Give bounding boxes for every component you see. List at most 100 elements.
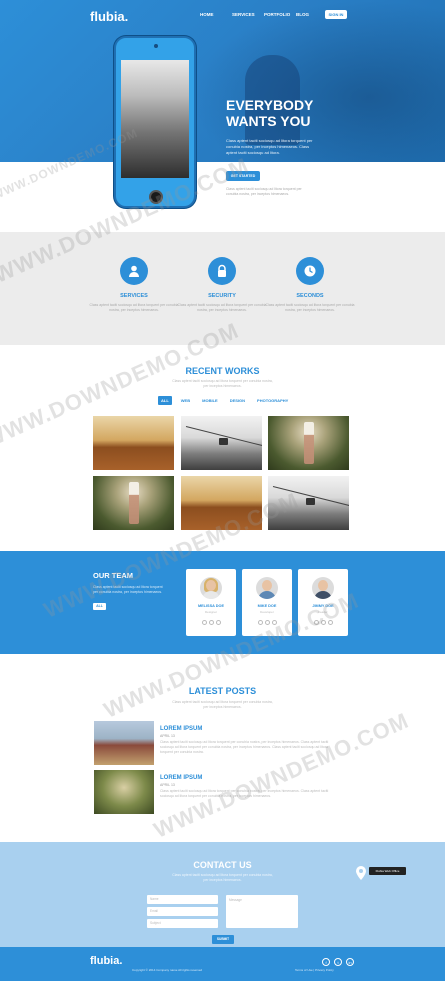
twitter-icon[interactable] xyxy=(264,620,270,625)
avatar-head xyxy=(262,580,272,591)
filter-photography[interactable]: PHOTOGRAPHY xyxy=(254,396,291,405)
hero-cta-note: Class aptent taciti sociosqu ad litora t… xyxy=(226,187,302,196)
footer-logo[interactable]: flubia. xyxy=(90,955,122,967)
avatar-body xyxy=(258,591,276,599)
phone-mockup xyxy=(114,36,196,208)
name-field[interactable]: Name xyxy=(147,895,218,904)
user-icon xyxy=(129,265,139,277)
map-pin-icon[interactable] xyxy=(356,866,366,880)
facebook-icon[interactable] xyxy=(313,620,319,625)
works-description: Class aptent taciti sociosqu ad litora t… xyxy=(172,379,273,388)
avatar xyxy=(256,577,278,599)
cable-car-cabin xyxy=(219,438,228,445)
feature-title: SECONDS xyxy=(296,293,324,299)
filter-mobile[interactable]: MOBILE xyxy=(199,396,221,405)
post-thumbnail[interactable] xyxy=(94,721,154,765)
work-thumbnail-desert-2[interactable] xyxy=(181,476,262,530)
team-card-jimmy[interactable]: JIMMY DOE Leader xyxy=(298,569,348,636)
filter-all[interactable]: ALL xyxy=(158,396,172,405)
feature-icon-circle xyxy=(208,257,236,285)
footer-links[interactable]: Terms of Use | Privacy Policy xyxy=(295,968,334,972)
features-section: SERVICES Class aptent taciti sociosqu ad… xyxy=(0,232,445,345)
team-social-links xyxy=(242,620,292,625)
linkedin-icon[interactable]: in xyxy=(346,958,354,966)
feature-title: SERVICES xyxy=(120,293,148,299)
team-member-name: MIKE DOE xyxy=(257,604,277,608)
subject-field[interactable]: Subject xyxy=(147,919,218,928)
nav-sign-in-button[interactable]: SIGN IN xyxy=(325,10,347,19)
map-label: Flubia Web Office xyxy=(369,867,406,875)
team-social-links xyxy=(298,620,348,625)
feature-text: Class aptent taciti sociosqu ad litora t… xyxy=(89,303,179,312)
submit-button[interactable]: SUBMIT xyxy=(212,935,234,944)
message-field[interactable]: Message xyxy=(226,895,298,928)
linkedin-icon[interactable] xyxy=(215,620,221,625)
hero-section: flubia. HOME SERVICES PORTFOLIO BLOG SIG… xyxy=(0,0,445,162)
lock-icon xyxy=(218,264,226,277)
avatar-head xyxy=(206,580,216,591)
linkedin-icon[interactable] xyxy=(271,620,277,625)
filter-design[interactable]: DESIGN xyxy=(227,396,248,405)
contact-section: CONTACT US Class aptent taciti sociosqu … xyxy=(0,842,445,947)
works-title: RECENT WORKS xyxy=(185,366,260,376)
phone-camera xyxy=(154,44,158,48)
nav-item-home[interactable]: HOME xyxy=(200,12,232,17)
phone-screen-image xyxy=(121,60,189,178)
team-card-melissa[interactable]: MELISSA DOE Designer xyxy=(186,569,236,636)
feature-services: SERVICES Class aptent taciti sociosqu ad… xyxy=(89,257,179,313)
team-member-name: MELISSA DOE xyxy=(197,604,225,608)
post-excerpt: Class aptent taciti sociosqu ad litora t… xyxy=(160,740,329,754)
legs-figure xyxy=(129,482,139,524)
landing-page: flubia. HOME SERVICES PORTFOLIO BLOG SIG… xyxy=(0,0,445,981)
twitter-icon[interactable] xyxy=(208,620,214,625)
hero-title: EVERYBODY WANTS YOU xyxy=(226,97,346,129)
posts-description: Class aptent taciti sociosqu ad litora t… xyxy=(172,700,273,709)
footer-social: f t in xyxy=(322,958,354,966)
team-all-button[interactable]: ALL xyxy=(93,603,106,610)
avatar-body xyxy=(202,591,220,599)
team-card-mike[interactable]: MIKE DOE Developer xyxy=(242,569,292,636)
work-thumbnail-legs[interactable] xyxy=(268,416,349,470)
post-thumbnail[interactable] xyxy=(94,770,154,814)
work-thumbnail-cable-car-2[interactable] xyxy=(268,476,349,530)
work-thumbnail-legs-2[interactable] xyxy=(93,476,174,530)
feature-seconds: SECONDS Class aptent taciti sociosqu ad … xyxy=(265,257,355,313)
work-thumbnail-cable-car[interactable] xyxy=(181,416,262,470)
facebook-icon[interactable] xyxy=(201,620,207,625)
posts-title: LATEST POSTS xyxy=(188,686,257,696)
email-field[interactable]: Email xyxy=(147,907,218,916)
team-title: OUR TEAM xyxy=(93,571,133,580)
avatar-head xyxy=(318,580,328,591)
twitter-icon[interactable] xyxy=(320,620,326,625)
contact-description: Class aptent taciti sociosqu ad litora t… xyxy=(172,873,273,882)
phone-home-button xyxy=(149,190,163,204)
linkedin-icon[interactable] xyxy=(327,620,333,625)
feature-title: SECURITY xyxy=(208,293,236,299)
team-description: Class aptent taciti sociosqu ad litora t… xyxy=(93,585,163,594)
hero-title-line1: EVERYBODY xyxy=(226,97,314,113)
facebook-icon[interactable]: f xyxy=(322,958,330,966)
nav-item-blog[interactable]: BLOG xyxy=(296,12,328,17)
feature-icon-circle xyxy=(296,257,324,285)
hero-description: Class aptent taciti sociosqu ad litora t… xyxy=(226,138,313,155)
work-thumbnail-desert[interactable] xyxy=(93,416,174,470)
twitter-icon[interactable]: t xyxy=(334,958,342,966)
cable-car-cabin xyxy=(306,498,315,505)
site-logo[interactable]: flubia. xyxy=(90,9,128,24)
team-member-role: Designer xyxy=(204,610,217,614)
team-member-role: Developer xyxy=(260,610,274,614)
get-started-button[interactable]: GET STARTED xyxy=(226,171,260,181)
main-nav: HOME SERVICES PORTFOLIO BLOG xyxy=(200,12,328,17)
filter-web[interactable]: WEB xyxy=(178,396,193,405)
legs-figure xyxy=(304,422,314,464)
facebook-icon[interactable] xyxy=(257,620,263,625)
avatar xyxy=(312,577,334,599)
works-grid xyxy=(93,416,350,531)
post-title[interactable]: LOREM IPSUM xyxy=(160,775,202,781)
nav-item-portfolio[interactable]: PORTFOLIO xyxy=(264,12,296,17)
avatar xyxy=(200,577,222,599)
footer-copyright: Copyright © 2014 Company name All rights… xyxy=(132,968,203,972)
post-excerpt: Class aptent taciti sociosqu ad litora t… xyxy=(160,789,329,798)
post-title[interactable]: LOREM IPSUM xyxy=(160,726,202,732)
nav-item-services[interactable]: SERVICES xyxy=(232,12,264,17)
